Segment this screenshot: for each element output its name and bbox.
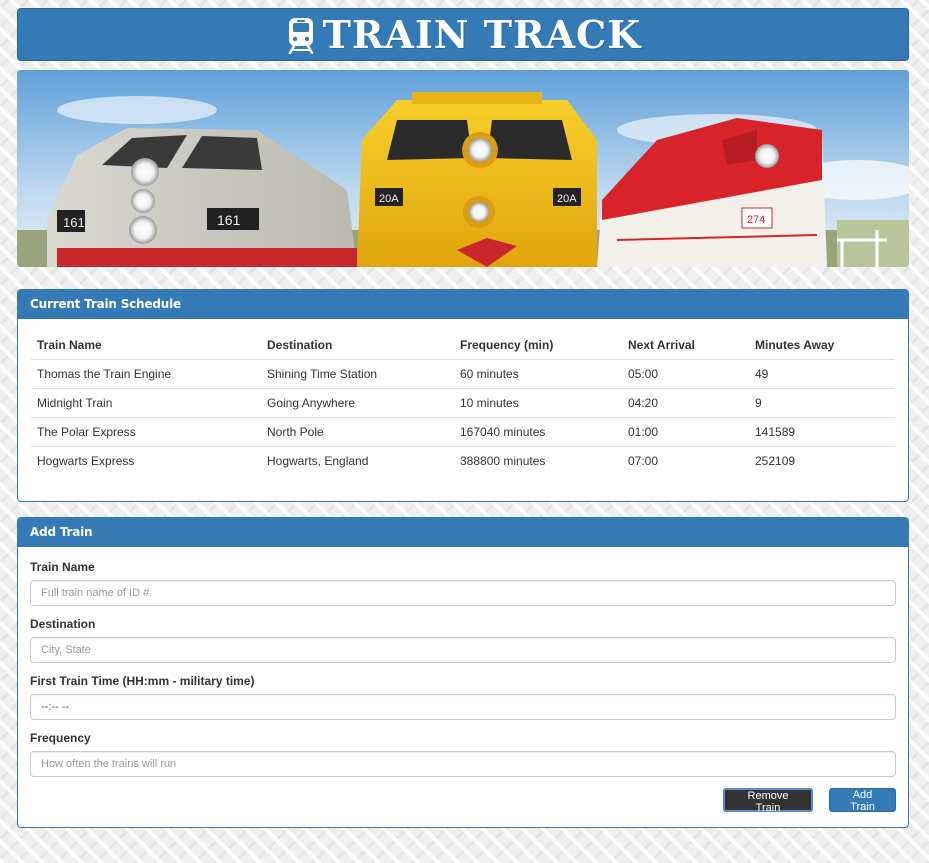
schedule-table: Train Name Destination Frequency (min) N… [31, 331, 895, 475]
table-header-row: Train Name Destination Frequency (min) N… [31, 331, 895, 360]
cell-train-name: The Polar Express [31, 417, 261, 447]
svg-text:20A: 20A [557, 193, 577, 205]
column-header-minutes-away: Minutes Away [749, 331, 895, 360]
cell-minutes-away: 49 [755, 367, 769, 381]
cell-frequency: 167040 minutes [454, 417, 622, 447]
first-train-time-label: First Train Time (HH:mm - military time) [30, 674, 255, 688]
table-row: The Polar Express North Pole 167040 minu… [31, 417, 895, 447]
frequency-group: Frequency [30, 731, 896, 777]
add-train-form: Train Name Destination First Train Time … [18, 547, 908, 814]
table-row: Midnight Train Going Anywhere 10 minutes… [31, 388, 895, 418]
cell-frequency: 60 minutes [460, 367, 519, 381]
remove-train-button[interactable]: Remove Train [723, 788, 813, 814]
trains-banner: 161 161 20A 20A 274 [17, 70, 909, 267]
svg-text:161: 161 [217, 212, 241, 228]
column-header-train-name: Train Name [31, 331, 261, 360]
table-row: Hogwarts Express Hogwarts, England 38880… [31, 446, 895, 475]
cell-train-name: Hogwarts Express [31, 446, 261, 475]
column-header-frequency: Frequency (min) [454, 331, 622, 360]
first-train-time-group: First Train Time (HH:mm - military time) [30, 674, 896, 720]
cell-minutes-away: 141589 [749, 417, 895, 447]
column-header-destination: Destination [261, 331, 454, 360]
train-name-label: Train Name [30, 560, 95, 574]
cell-next-arrival: 04:20 [622, 388, 749, 418]
page-title: TRAIN TRACK [322, 12, 642, 57]
cell-destination: Shining Time Station [267, 367, 378, 381]
train-name-input[interactable] [30, 580, 896, 606]
add-train-heading: Add Train [18, 518, 908, 547]
cell-next-arrival: 07:00 [622, 446, 749, 475]
trains-banner-image: 161 161 20A 20A 274 [17, 70, 909, 267]
cell-train-name: Midnight Train [31, 388, 261, 418]
svg-text:274: 274 [747, 214, 765, 226]
first-train-time-input[interactable] [30, 694, 896, 720]
cell-next-arrival: 05:00 [628, 367, 659, 381]
destination-group: Destination [30, 617, 896, 663]
cell-destination: Going Anywhere [261, 388, 454, 418]
cell-frequency: 388800 minutes [454, 446, 622, 475]
cell-frequency: 10 minutes [454, 388, 622, 418]
cell-destination: Hogwarts, England [261, 446, 454, 475]
destination-label: Destination [30, 617, 96, 631]
add-train-button[interactable]: Add Train [829, 788, 896, 813]
cell-train-name: Thomas the Train Engine [37, 367, 172, 381]
column-header-next-arrival: Next Arrival [622, 331, 749, 360]
svg-text:161: 161 [63, 215, 85, 230]
form-actions: Remove Train Add Train [30, 788, 896, 814]
train-front-icon [285, 16, 317, 54]
cell-destination: North Pole [261, 417, 454, 447]
schedule-panel: Current Train Schedule Train Name Destin… [17, 289, 909, 502]
add-train-panel: Add Train Train Name Destination First T… [17, 517, 909, 828]
cell-minutes-away: 9 [749, 388, 895, 418]
frequency-label: Frequency [30, 731, 91, 745]
schedule-heading: Current Train Schedule [18, 290, 908, 319]
cell-minutes-away: 252109 [749, 446, 895, 475]
destination-input[interactable] [30, 637, 896, 663]
cell-next-arrival: 01:00 [622, 417, 749, 447]
train-name-group: Train Name [30, 560, 896, 606]
page-header: TRAIN TRACK [17, 8, 909, 61]
frequency-input[interactable] [30, 751, 896, 777]
table-row: Thomas the Train Engine Shining Time Sta… [31, 360, 895, 389]
svg-text:20A: 20A [379, 193, 399, 205]
